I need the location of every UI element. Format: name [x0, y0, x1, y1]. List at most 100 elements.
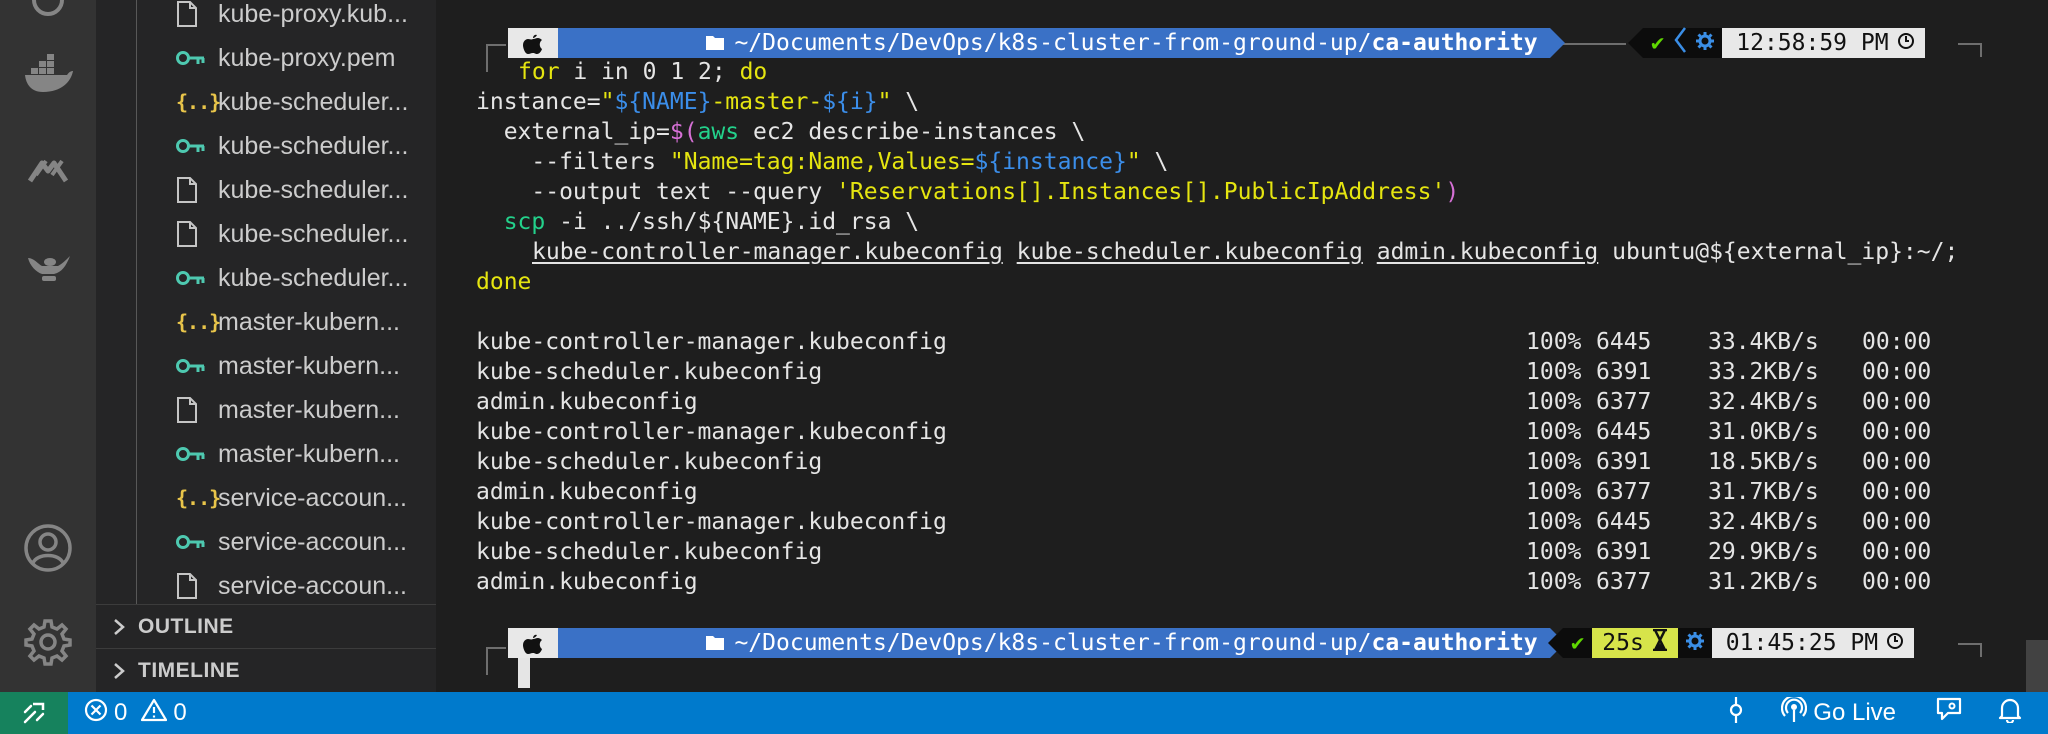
timeline-section-header[interactable]: TIMELINE — [96, 649, 436, 692]
file-icon — [176, 0, 218, 36]
transfer-size: 6377 — [1596, 479, 1652, 505]
transfer-time: 00:00 — [1862, 329, 1932, 355]
prompt-frame — [1958, 43, 1980, 45]
git-commit-icon — [1725, 696, 1747, 730]
segment-arrow — [1628, 28, 1643, 58]
check-icon: ✔ — [1651, 30, 1665, 56]
account-icon[interactable] — [18, 518, 78, 578]
activity-bar — [0, 0, 96, 692]
folder-icon — [568, 604, 725, 682]
lamp-icon[interactable] — [18, 234, 78, 294]
transfer-rate: 32.4KB/s — [1708, 509, 1819, 535]
transfer-time: 00:00 — [1862, 359, 1932, 385]
path-segment: ~/Documents/DevOps/k8s-cluster-from-grou… — [558, 628, 1550, 658]
warning-icon — [141, 698, 168, 729]
outline-section-header[interactable]: OUTLINE — [96, 605, 436, 649]
key-icon — [176, 36, 218, 80]
transfer-pct: 100% — [1526, 449, 1582, 475]
gear-icon — [1685, 631, 1704, 656]
git-commit-button[interactable] — [1725, 692, 1747, 734]
warning-count: 0 — [173, 699, 187, 726]
file-label: master-kubern... — [218, 439, 401, 468]
transfer-time: 00:00 — [1862, 509, 1932, 535]
file-tree-item[interactable]: kube-proxy.kub... — [176, 0, 436, 36]
transfer-rate: 31.7KB/s — [1708, 479, 1819, 505]
transfer-rate: 29.9KB/s — [1708, 539, 1819, 565]
transfer-rate: 31.0KB/s — [1708, 419, 1819, 445]
path-dir: ca-authority — [1371, 630, 1538, 656]
file-tree-item[interactable]: master-kubern... — [176, 344, 436, 388]
transfer-file: kube-controller-manager.kubeconfig — [476, 419, 947, 445]
timeline-label: TIMELINE — [138, 659, 240, 682]
transfer-size: 6391 — [1596, 359, 1652, 385]
transfer-rate: 32.4KB/s — [1708, 389, 1819, 415]
file-tree-item[interactable]: kube-proxy.pem — [176, 36, 436, 80]
prompt-right-1: ✔ 12:58:59 PM — [1628, 27, 1925, 58]
notifications-button[interactable] — [1998, 692, 2022, 734]
remote-explorer-icon[interactable] — [18, 140, 78, 200]
docker-icon[interactable] — [18, 44, 78, 104]
file-tree-item[interactable]: master-kubern... — [176, 388, 436, 432]
file-label: kube-scheduler... — [218, 175, 409, 204]
transfer-file: kube-scheduler.kubeconfig — [476, 539, 823, 565]
file-tree-item[interactable]: {..} master-kubern... — [176, 300, 436, 344]
file-tree-item[interactable]: {..} service-accoun... — [176, 476, 436, 520]
prompt-frame — [1980, 643, 1982, 657]
transfer-time: 00:00 — [1862, 569, 1932, 595]
status-segment: ✔ — [1563, 628, 1593, 658]
bell-icon — [1998, 697, 2022, 730]
file-tree-item[interactable]: kube-scheduler... — [176, 124, 436, 168]
go-live-label: Go Live — [1813, 699, 1896, 726]
path-prefix: ~/Documents/DevOps/k8s-cluster-from-grou… — [734, 630, 1372, 656]
error-icon — [84, 698, 108, 729]
file-label: master-kubern... — [218, 395, 401, 424]
command-line: external_ip=$(aws ec2 describe-instances… — [476, 119, 1086, 145]
transfer-file: kube-scheduler.kubeconfig — [476, 449, 823, 475]
transfer-size: 6445 — [1596, 419, 1652, 445]
settings-gear-icon[interactable] — [18, 612, 78, 672]
file-label: kube-scheduler... — [218, 219, 409, 248]
tree-indent-guide — [136, 0, 137, 604]
file-tree-item[interactable]: kube-scheduler... — [176, 212, 436, 256]
terminal-scrollbar[interactable] — [2026, 640, 2048, 692]
problems-button[interactable]: 0 0 — [84, 692, 187, 734]
prompt-right-2: ✔ 25s 01:45:25 PM — [1548, 628, 1915, 658]
transfer-file: kube-controller-manager.kubeconfig — [476, 329, 947, 355]
file-label: kube-scheduler... — [218, 263, 409, 292]
go-live-button[interactable]: Go Live — [1781, 692, 1896, 734]
partial-icon[interactable] — [18, 0, 78, 30]
transfer-size: 6391 — [1596, 449, 1652, 475]
file-tree-item[interactable]: master-kubern... — [176, 432, 436, 476]
terminal-panel[interactable]: ~/Documents/DevOps/k8s-cluster-from-grou… — [436, 0, 2048, 692]
remote-indicator-button[interactable] — [0, 692, 68, 734]
file-tree-item[interactable]: kube-scheduler... — [176, 256, 436, 300]
file-tree-item[interactable]: {..} kube-scheduler... — [176, 80, 436, 124]
transfer-pct: 100% — [1526, 539, 1582, 565]
transfer-size: 6377 — [1596, 389, 1652, 415]
transfer-rate: 33.2KB/s — [1708, 359, 1819, 385]
file-icon — [176, 564, 218, 608]
clock-icon — [1886, 630, 1904, 656]
transfer-size: 6377 — [1596, 569, 1652, 595]
transfer-pct: 100% — [1526, 389, 1582, 415]
transfer-time: 00:00 — [1862, 389, 1932, 415]
file-tree-item[interactable]: service-accoun... — [176, 564, 436, 608]
chevron-right-icon — [96, 617, 132, 637]
transfer-pct: 100% — [1526, 329, 1582, 355]
json-icon: {..} — [176, 310, 221, 334]
prompt-frame — [1958, 643, 1980, 645]
prompt-frame — [486, 647, 506, 649]
file-icon — [176, 212, 218, 256]
file-tree-item[interactable]: service-accoun... — [176, 520, 436, 564]
feedback-button[interactable] — [1936, 692, 1962, 734]
prompt-frame — [486, 647, 488, 675]
file-label: kube-proxy.kub... — [218, 0, 408, 28]
command-line: --filters "Name=tag:Name,Values=${instan… — [476, 149, 1169, 175]
file-tree-item[interactable]: kube-scheduler... — [176, 168, 436, 212]
path-prefix: ~/Documents/DevOps/k8s-cluster-from-grou… — [734, 30, 1372, 56]
file-label: service-accoun... — [218, 483, 407, 512]
file-icon — [176, 168, 218, 212]
transfer-file: admin.kubeconfig — [476, 479, 698, 505]
explorer-sidebar: kube-proxy.kub... kube-proxy.pem {..} kube-… — [96, 0, 436, 692]
transfer-time: 00:00 — [1862, 479, 1932, 505]
